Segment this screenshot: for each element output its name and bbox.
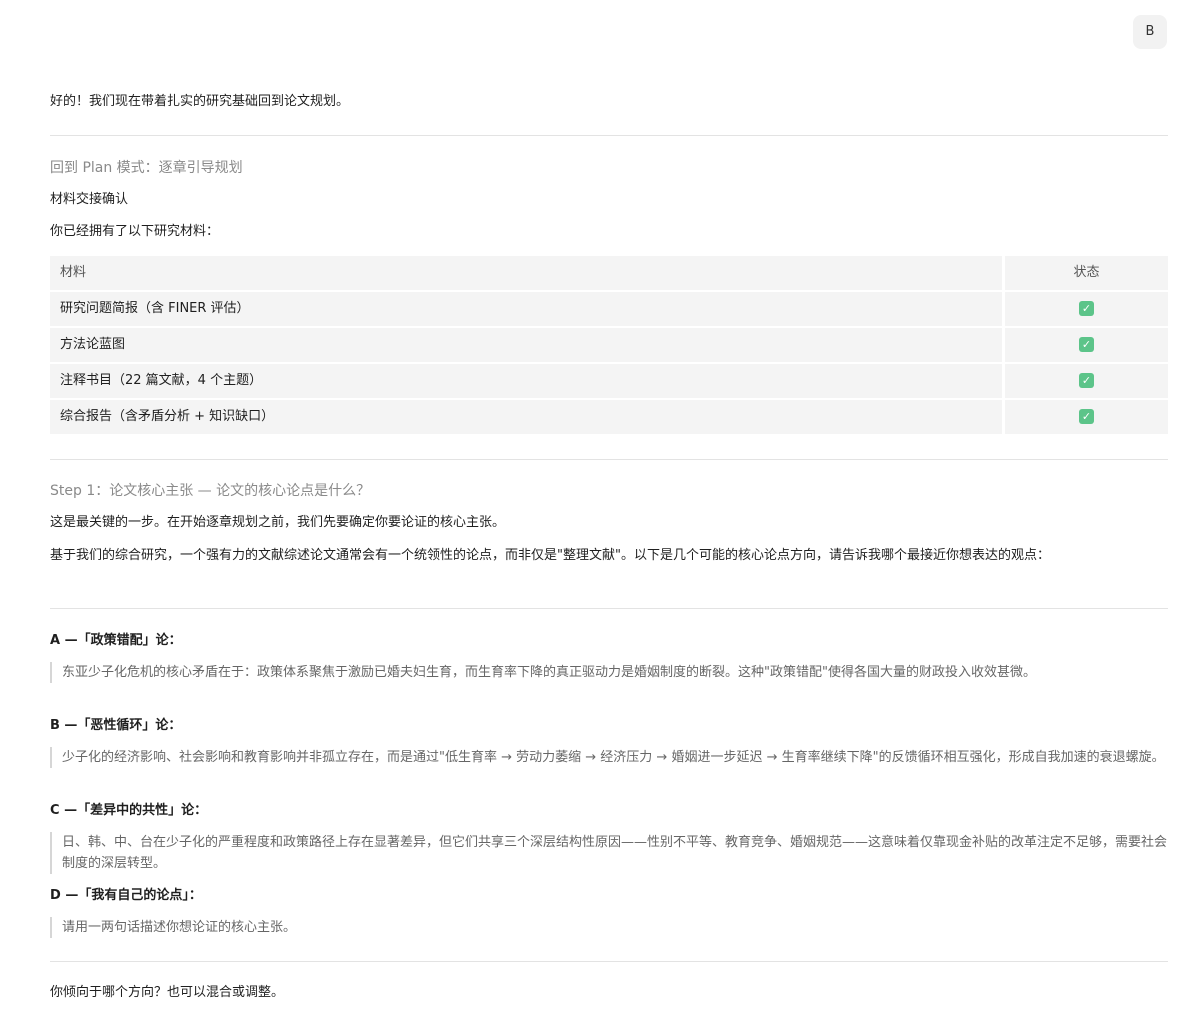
option-a-quote: 东亚少子化危机的核心矛盾在于：政策体系聚焦于激励已婚夫妇生育，而生育率下降的真正…	[50, 662, 1168, 683]
divider	[50, 608, 1168, 609]
closing-question: 你倾向于哪个方向？也可以混合或调整。	[50, 985, 285, 1000]
option-c-quote: 日、韩、中、台在少子化的严重程度和政策路径上存在显著差异，但它们共享三个深层结构…	[50, 832, 1168, 874]
option-b-label: B —「恶性循环」论：	[50, 718, 182, 733]
status-cell: ✓	[1005, 364, 1168, 398]
chat-page: B 好的！我们现在带着扎实的研究基础回到论文规划。 回到 Plan 模式：逐章引…	[0, 0, 1200, 1010]
materials-table: 材料 状态 研究问题简报（含 FINER 评估） ✓ 方法论蓝图 ✓ 注释书目（…	[50, 256, 1168, 436]
user-avatar[interactable]: B	[1133, 15, 1167, 49]
option-d-quote: 请用一两句话描述你想论证的核心主张。	[50, 917, 1168, 938]
table-row: 综合报告（含矛盾分析 + 知识缺口） ✓	[50, 400, 1168, 436]
option-d-label: D —「我有自己的论点」：	[50, 888, 202, 903]
material-name: 方法论蓝图	[50, 328, 1002, 362]
column-header-material: 材料	[50, 256, 1002, 290]
step1-lead: 这是最关键的一步。在开始逐章规划之前，我们先要确定你要论证的核心主张。	[50, 515, 506, 530]
table-header-row: 材料 状态	[50, 256, 1168, 292]
table-row: 方法论蓝图 ✓	[50, 328, 1168, 364]
status-cell: ✓	[1005, 400, 1168, 434]
check-icon: ✓	[1079, 337, 1094, 352]
material-name: 研究问题简报（含 FINER 评估）	[50, 292, 1002, 326]
divider	[50, 459, 1168, 460]
table-row: 研究问题简报（含 FINER 评估） ✓	[50, 292, 1168, 328]
step1-body: 基于我们的综合研究，一个强有力的文献综述论文通常会有一个统领性的论点，而非仅是"…	[50, 548, 1050, 563]
divider	[50, 135, 1168, 136]
option-a-label: A —「政策错配」论：	[50, 633, 182, 648]
section-heading: 回到 Plan 模式：逐章引导规划	[50, 160, 243, 176]
check-icon: ✓	[1079, 373, 1094, 388]
check-icon: ✓	[1079, 301, 1094, 316]
option-c-label: C —「差异中的共性」论：	[50, 803, 208, 818]
section-subheading: 材料交接确认	[50, 192, 129, 207]
column-header-status: 状态	[1005, 256, 1168, 290]
status-cell: ✓	[1005, 328, 1168, 362]
option-b-quote: 少子化的经济影响、社会影响和教育影响并非孤立存在，而是通过"低生育率 → 劳动力…	[50, 747, 1168, 768]
materials-lead: 你已经拥有了以下研究材料：	[50, 224, 220, 239]
material-name: 综合报告（含矛盾分析 + 知识缺口）	[50, 400, 1002, 434]
table-row: 注释书目（22 篇文献，4 个主题） ✓	[50, 364, 1168, 400]
intro-text: 好的！我们现在带着扎实的研究基础回到论文规划。	[50, 94, 350, 109]
step1-heading: Step 1：论文核心主张 — 论文的核心论点是什么？	[50, 483, 371, 499]
divider	[50, 961, 1168, 962]
status-cell: ✓	[1005, 292, 1168, 326]
check-icon: ✓	[1079, 409, 1094, 424]
material-name: 注释书目（22 篇文献，4 个主题）	[50, 364, 1002, 398]
